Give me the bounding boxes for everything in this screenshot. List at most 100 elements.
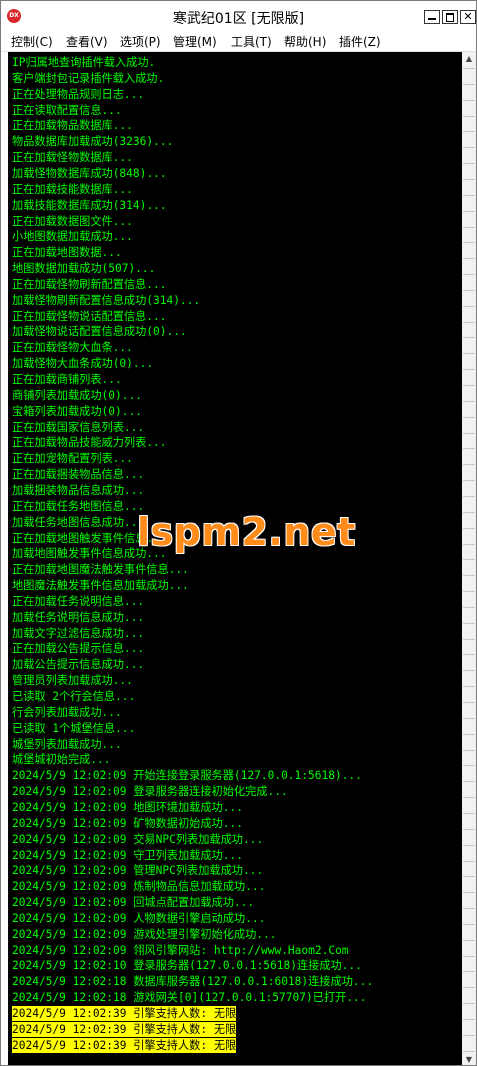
scrollbar-track-divider: [463, 432, 475, 434]
log-line: 正在读取配置信息...: [12, 103, 122, 117]
log-line: 正在加宠物配置列表...: [12, 452, 133, 466]
menu-control[interactable]: 控制(C): [11, 33, 53, 50]
scrollbar-track-divider: [463, 987, 475, 989]
scrollbar-track-divider: [463, 321, 475, 323]
log-line: 正在加载地图魔法触发事件信息...: [12, 563, 189, 577]
scrollbar-track-divider: [463, 575, 475, 577]
log-line: 加载捆装物品信息成功...: [12, 483, 145, 497]
scrollbar-track-divider: [463, 400, 475, 402]
scrollbar-track-divider: [463, 115, 475, 117]
log-line: 已读取 2个行会信息...: [12, 690, 136, 703]
log-line: 加载怪物说话配置信息成功(0)...: [12, 325, 187, 339]
log-line: 加载文字过滤信息成功...: [12, 626, 145, 640]
log-line-highlighted: 2024/5/9 12:02:39 引擎支持人数: 无限: [12, 1037, 237, 1053]
scrollbar-track-divider: [463, 844, 475, 846]
log-console[interactable]: IP归属地查询插件载入成功. 客户端封包记录插件载入成功. 正在处理物品规则日志..…: [8, 52, 462, 1065]
scrollbar-track-divider: [463, 369, 475, 371]
scrollbar-track-divider: [463, 702, 475, 703]
log-line: 正在加载数据图文件...: [12, 214, 133, 228]
title-bar[interactable]: DX 寒武纪01区 [无限版] ✕: [1, 1, 476, 31]
scrollbar-track-divider: [463, 337, 475, 339]
scrollbar-track-divider: [463, 385, 475, 386]
scrollbar-track-divider: [463, 1003, 475, 1005]
log-line: 加载怪物大血条成功(0)...: [12, 357, 154, 371]
log-line: 宝箱列表加载成功(0)...: [12, 404, 142, 418]
scrollbar-track-divider: [463, 939, 475, 941]
scrollbar-track-divider: [463, 226, 475, 228]
scrollbar-track-divider: [463, 670, 475, 672]
scrollbar-track-divider: [463, 495, 475, 497]
close-button[interactable]: ✕: [460, 10, 476, 24]
menu-help[interactable]: 帮助(H): [284, 33, 326, 50]
log-line: 正在处理物品规则日志...: [12, 87, 145, 101]
menu-bar: 控制(C) 查看(V) 选项(P) 管理(M) 工具(T) 帮助(H) 插件(Z…: [1, 31, 476, 52]
scrollbar-track-divider: [463, 274, 475, 276]
scroll-down-arrow-icon[interactable]: ▼: [462, 1053, 476, 1065]
scrollbar-track-divider: [463, 654, 475, 656]
scrollbar-track-divider: [463, 971, 475, 973]
menu-plugins[interactable]: 插件(Z): [339, 33, 381, 50]
log-line: 2024/5/9 12:02:09 回城点配置加载成功...: [12, 896, 255, 910]
log-line: 正在加载地图数据...: [12, 246, 122, 260]
scrollbar-track-divider: [463, 194, 475, 196]
scrollbar-track-divider: [463, 955, 475, 957]
scrollbar-track-divider: [463, 908, 475, 910]
log-line: 正在加载任务说明信息...: [12, 594, 145, 608]
log-line: 2024/5/9 12:02:09 开始连接登录服务器(127.0.0.1:56…: [12, 769, 362, 783]
scrollbar-track-divider: [463, 733, 475, 735]
log-line: 加载公告提示信息成功...: [12, 658, 145, 672]
menu-manage[interactable]: 管理(M): [173, 33, 217, 50]
server-window: DX 寒武纪01区 [无限版] ✕ 控制(C) 查看(V) 选项(P) 管理(M…: [0, 0, 477, 1066]
watermark: lspm2.net: [137, 510, 356, 554]
scrollbar-track-divider: [463, 781, 475, 783]
log-line: 2024/5/9 12:02:18 游戏网关[0](127.0.0.1:5770…: [12, 991, 367, 1005]
log-line: 地图数据加载成功(507)...: [12, 262, 156, 276]
scrollbar-track-divider: [463, 464, 475, 466]
log-line: 加载怪物刷新配置信息成功(314)...: [12, 293, 201, 307]
log-line: 2024/5/9 12:02:09 守卫列表加载成功...: [12, 848, 243, 862]
scrollbar-track-divider: [463, 305, 475, 307]
menu-tools[interactable]: 工具(T): [231, 33, 272, 50]
scrollbar-track-divider: [463, 1019, 475, 1020]
close-icon: ✕: [463, 10, 473, 23]
log-line: 客户端封包记录插件载入成功.: [12, 71, 165, 85]
vertical-scrollbar[interactable]: ▲ ▼: [462, 52, 476, 1065]
scrollbar-track-divider: [463, 131, 475, 133]
scrollbar-track-divider: [463, 242, 475, 244]
menu-view[interactable]: 查看(V): [66, 33, 108, 50]
scrollbar-track-divider: [463, 860, 475, 862]
scrollbar-track-divider: [463, 765, 475, 767]
scrollbar-track-divider: [463, 606, 475, 608]
scroll-up-arrow-icon[interactable]: ▲: [462, 52, 476, 66]
scrollbar-track-divider: [463, 812, 475, 814]
scrollbar-track-divider: [463, 178, 475, 180]
scrollbar-track-divider: [463, 876, 475, 878]
log-line: 管理员列表加载成功...: [12, 674, 133, 688]
log-line: 行会列表加载成功...: [12, 705, 122, 719]
scrollbar-track-divider: [463, 686, 475, 688]
scrollbar-track-divider: [463, 448, 475, 450]
scrollbar-track-divider: [463, 828, 475, 830]
scrollbar-track-divider: [463, 258, 475, 260]
scrollbar-track-divider: [463, 749, 475, 751]
menu-options[interactable]: 选项(P): [120, 33, 161, 50]
log-line: 加载怪物数据库成功(848)...: [12, 166, 167, 180]
log-line: 正在加载怪物刷新配置信息...: [12, 277, 167, 291]
log-line: 小地图数据加载成功...: [12, 230, 133, 244]
scrollbar-track-divider: [463, 68, 475, 69]
maximize-button[interactable]: [442, 10, 458, 24]
log-line: 地图魔法触发事件信息加载成功...: [12, 579, 189, 593]
scrollbar-track-divider: [463, 892, 475, 894]
minimize-button[interactable]: [424, 10, 440, 24]
scrollbar-track-divider: [463, 163, 475, 165]
log-line: 2024/5/9 12:02:09 地图环境加载成功...: [12, 800, 243, 814]
log-line: 正在加载怪物数据库...: [12, 151, 133, 165]
log-line: 2024/5/9 12:02:18 数据库服务器(127.0.0.1:6018)…: [12, 975, 374, 989]
scrollbar-track-divider: [463, 591, 475, 593]
log-line: 正在加载商铺列表...: [12, 373, 122, 386]
log-line: 2024/5/9 12:02:09 人物数据引擎启动成功...: [12, 911, 266, 925]
log-line: 加载技能数据库成功(314)...: [12, 198, 167, 212]
log-line-highlighted: 2024/5/9 12:02:39 引擎支持人数: 无限: [12, 1021, 237, 1037]
log-line: 2024/5/9 12:02:09 交易NPC列表加载成功...: [12, 832, 264, 846]
scrollbar-track-divider: [463, 527, 475, 529]
